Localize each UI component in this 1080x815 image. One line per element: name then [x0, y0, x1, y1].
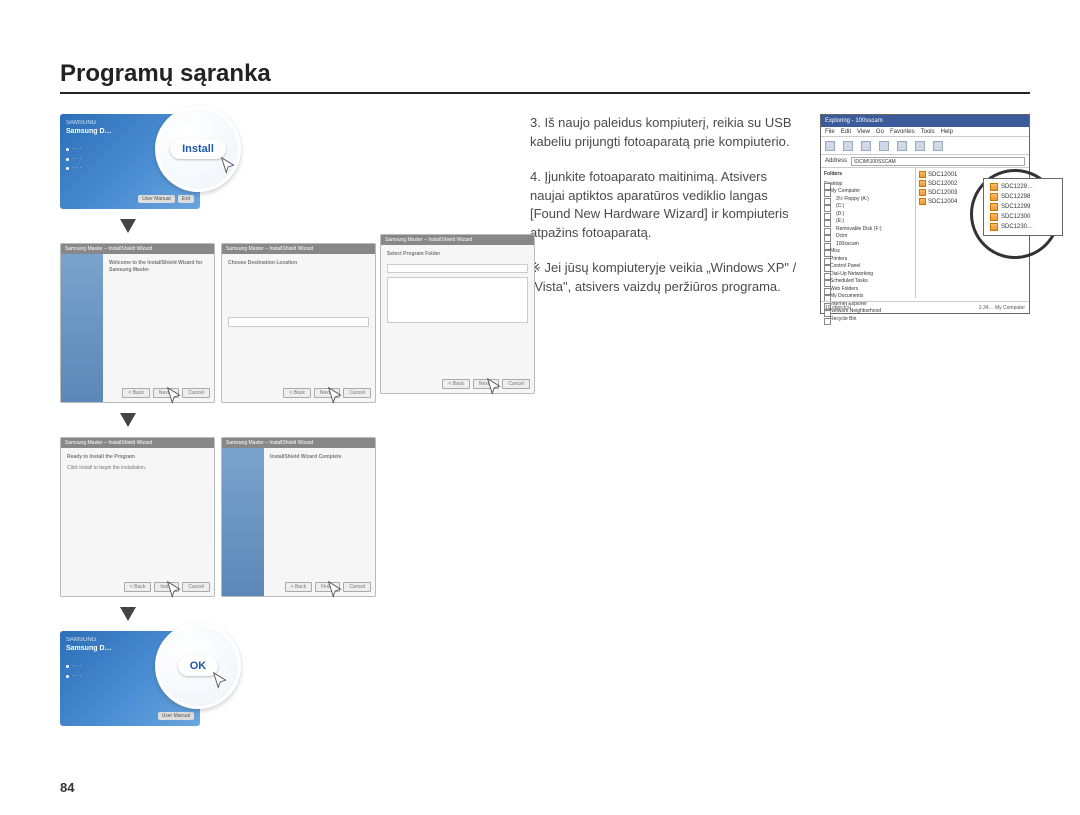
arrow-down-icon: [120, 413, 136, 427]
install-callout: Install: [155, 106, 241, 192]
cursor-icon: [325, 386, 347, 408]
status-objects: 10 object(s): [825, 305, 851, 311]
tree-node[interactable]: Scheduled Tasks: [824, 278, 912, 286]
tree-node[interactable]: Removable Disk (F:): [824, 226, 912, 234]
wizard-heading: Ready to Install the Program: [67, 454, 135, 460]
folder-tree[interactable]: Folders DesktopMy Computer3½ Floppy (A:)…: [821, 168, 916, 298]
back-button[interactable]: < Back: [285, 582, 312, 593]
menu-view[interactable]: View: [857, 129, 870, 135]
tool-undo[interactable]: [933, 141, 943, 151]
page-title: Programų sąranka: [60, 60, 1030, 94]
wizard-destination: Samsung Master – InstallShield Wizard Ch…: [221, 243, 376, 403]
wizard-titlebar: Samsung Master – InstallShield Wizard: [381, 235, 534, 245]
wizard-titlebar: Samsung Master – InstallShield Wizard: [61, 244, 214, 254]
cursor-icon: [218, 156, 240, 178]
install-flow-column: SAMSUNG Samsung D… · · · · · · · · · Use…: [60, 114, 500, 726]
explorer-toolbar: [821, 137, 1029, 155]
wizard-program-folder: Samsung Master – InstallShield Wizard Se…: [380, 234, 535, 394]
back-button[interactable]: < Back: [442, 379, 469, 390]
wizard-heading: Choose Destination Location: [228, 260, 297, 266]
explorer-titlebar: Exploring - 100sscam: [821, 115, 1029, 127]
step-3-text: 3. Iš naujo paleidus kompiuterį, reikia …: [530, 114, 804, 152]
tree-node[interactable]: (D:): [824, 211, 912, 219]
cursor-icon: [484, 377, 506, 399]
tree-node[interactable]: 3½ Floppy (A:): [824, 196, 912, 204]
cancel-button[interactable]: Cancel: [502, 379, 530, 390]
explorer-window: Exploring - 100sscam File Edit View Go Favor…: [820, 114, 1030, 314]
cursor-icon: [210, 671, 232, 693]
cancel-button[interactable]: Cancel: [182, 582, 210, 593]
explorer-menubar: File Edit View Go Favorites Tools Help: [821, 127, 1029, 137]
cancel-button[interactable]: Cancel: [343, 388, 371, 399]
tree-node[interactable]: My Computer: [824, 188, 912, 196]
file-icon: [919, 171, 926, 178]
back-button[interactable]: < Back: [124, 582, 151, 593]
file-list[interactable]: SDC12001 SDC12002 SDC12003 SDC12004: [916, 168, 1029, 298]
menu-file[interactable]: File: [825, 129, 835, 135]
ok-callout: OK: [155, 623, 241, 709]
menu-favorites[interactable]: Favorites: [890, 129, 915, 135]
wizard-heading: Welcome to the InstallShield Wizard for …: [109, 260, 203, 273]
tree-node[interactable]: Desktop: [824, 181, 912, 189]
tree-node[interactable]: Misc: [824, 248, 912, 256]
exit-button[interactable]: Exit: [178, 195, 194, 203]
tree-heading: Folders: [824, 171, 912, 179]
menu-edit[interactable]: Edit: [841, 129, 851, 135]
wizard-titlebar: Samsung Master – InstallShield Wizard: [61, 438, 214, 448]
page-number: 84: [60, 780, 74, 795]
back-button[interactable]: < Back: [122, 388, 149, 399]
step-4-text: 4. Įjunkite fotoaparato maitinimą. Atsiv…: [530, 168, 804, 243]
status-location: 2.34… My Computer: [979, 305, 1025, 311]
wizard-heading: Select Program Folder: [387, 251, 440, 257]
address-field[interactable]: \DCIM\100SSCAM: [851, 157, 1025, 166]
wizard-complete: Samsung Master – InstallShield Wizard In…: [221, 437, 376, 597]
tree-node[interactable]: Dial-Up Networking: [824, 271, 912, 279]
wizard-heading: InstallShield Wizard Complete: [270, 454, 341, 460]
cursor-icon: [164, 386, 186, 408]
cursor-icon: [325, 580, 347, 602]
file-item[interactable]: SDC12003: [919, 189, 1026, 196]
tool-forward[interactable]: [843, 141, 853, 151]
user-manual-button[interactable]: User Manual: [158, 712, 194, 720]
file-icon: [919, 189, 926, 196]
tool-paste[interactable]: [915, 141, 925, 151]
tree-node[interactable]: Printers: [824, 256, 912, 264]
menu-tools[interactable]: Tools: [921, 129, 935, 135]
tool-cut[interactable]: [879, 141, 889, 151]
arrow-down-icon: [120, 607, 136, 621]
cancel-button[interactable]: Cancel: [182, 388, 210, 399]
wizard-welcome: Samsung Master – InstallShield Wizard We…: [60, 243, 215, 403]
tree-node[interactable]: Control Panel: [824, 263, 912, 271]
tool-copy[interactable]: [897, 141, 907, 151]
tree-node[interactable]: (E:): [824, 218, 912, 226]
tree-node[interactable]: (C:): [824, 203, 912, 211]
file-icon: [919, 198, 926, 205]
address-label: Address: [825, 158, 847, 164]
cancel-button[interactable]: Cancel: [343, 582, 371, 593]
tree-node[interactable]: 100sscam: [824, 241, 912, 249]
user-manual-button[interactable]: User Manual: [138, 195, 174, 203]
back-button[interactable]: < Back: [283, 388, 310, 399]
wizard-titlebar: Samsung Master – InstallShield Wizard: [222, 244, 375, 254]
tool-up[interactable]: [861, 141, 871, 151]
tree-node[interactable]: Recycle Bin: [824, 316, 912, 324]
wizard-subtext: Click Install to begin the installation.: [67, 465, 208, 472]
menu-help[interactable]: Help: [941, 129, 953, 135]
tool-back[interactable]: [825, 141, 835, 151]
tree-node[interactable]: Dcim: [824, 233, 912, 241]
tree-node[interactable]: My Documents: [824, 293, 912, 301]
file-item[interactable]: SDC12004: [919, 198, 1026, 205]
cursor-icon: [164, 580, 186, 602]
menu-go[interactable]: Go: [876, 129, 884, 135]
arrow-down-icon: [120, 219, 136, 233]
file-item[interactable]: SDC12002: [919, 180, 1026, 187]
wizard-titlebar: Samsung Master – InstallShield Wizard: [222, 438, 375, 448]
file-icon: [919, 180, 926, 187]
note-text: ※ Jei jūsų kompiuteryje veikia „Windows …: [530, 259, 804, 297]
tree-node[interactable]: Web Folders: [824, 286, 912, 294]
wizard-ready: Samsung Master – InstallShield Wizard Re…: [60, 437, 215, 597]
file-item[interactable]: SDC12001: [919, 171, 1026, 178]
